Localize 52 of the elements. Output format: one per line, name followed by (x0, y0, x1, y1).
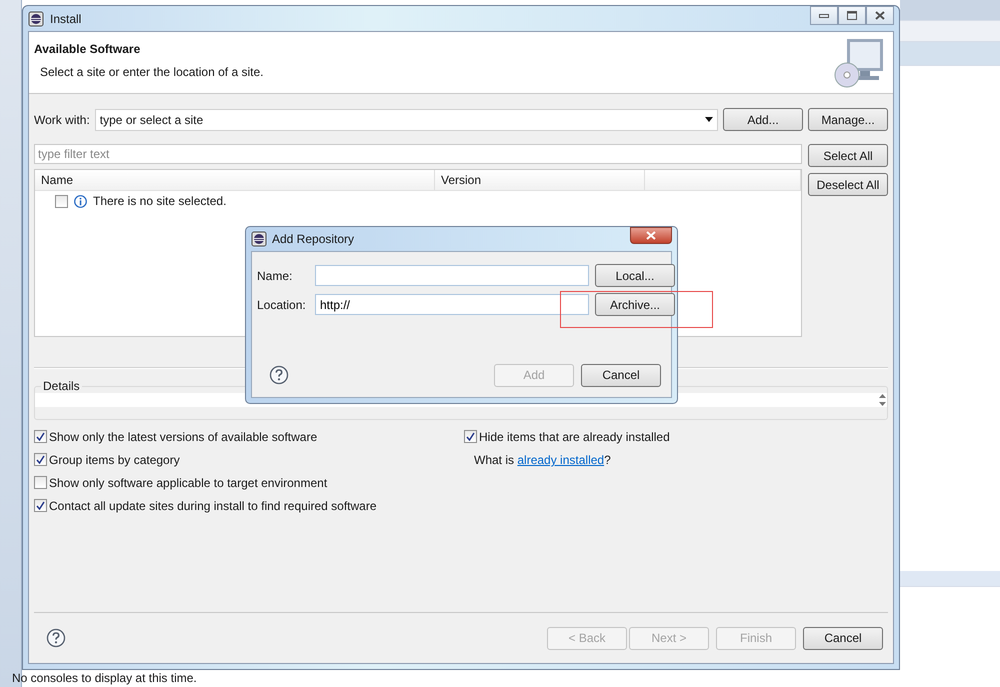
minimize-button[interactable] (810, 6, 838, 25)
app-icon (28, 10, 44, 26)
close-icon (646, 231, 656, 240)
work-with-label: Work with: (34, 112, 90, 126)
window-title: Install (50, 12, 82, 26)
side-button[interactable]: Add... (723, 108, 803, 131)
dropdown-icon (705, 117, 713, 122)
checkbox[interactable] (34, 476, 47, 489)
dialog-button[interactable]: Cancel (581, 364, 661, 386)
dialog-button[interactable]: Local... (595, 264, 675, 287)
group-label: Details (42, 379, 81, 393)
dialog-button[interactable]: Archive... (595, 293, 675, 316)
footer-button[interactable]: Cancel (803, 626, 883, 650)
option-label: Hide items that are already installed (479, 430, 670, 444)
input-field[interactable]: http:// (315, 294, 589, 315)
input-field[interactable] (315, 265, 589, 286)
help-icon[interactable] (46, 628, 66, 648)
side-button[interactable]: Manage... (808, 108, 888, 131)
option-label: Group items by category (49, 452, 180, 466)
help-icon[interactable] (269, 365, 289, 385)
site-combo[interactable]: type or select a site (94, 108, 718, 130)
installed-note: What is already installed? (473, 453, 612, 467)
app-icon (251, 231, 267, 247)
page-title: Available Software (34, 42, 142, 56)
close-icon (875, 11, 885, 20)
filter-field[interactable]: type filter text (34, 144, 802, 164)
close-button[interactable] (866, 6, 894, 25)
page-subtitle: Select a site or enter the location of a site. (39, 65, 264, 79)
side-button[interactable]: Deselect All (808, 173, 888, 196)
field-label: Name: (257, 268, 294, 282)
dialog-title: Add Repository (272, 232, 354, 246)
side-button[interactable]: Select All (808, 144, 888, 167)
column-header[interactable]: Name (35, 170, 435, 190)
console-status: No consoles to display at this time. (12, 671, 197, 685)
field-label: Location: (257, 298, 307, 312)
checkbox[interactable] (34, 499, 47, 512)
checkbox[interactable] (34, 430, 47, 443)
info-icon (74, 194, 87, 208)
scroll-arrows-icon[interactable] (878, 393, 887, 407)
column-header[interactable]: Version (435, 170, 645, 190)
table-cell: There is no site selected. (93, 194, 226, 208)
maximize-button[interactable] (838, 6, 866, 25)
restore-icon (847, 11, 857, 20)
checkbox[interactable] (34, 453, 47, 466)
installed-link[interactable]: already installed (517, 453, 604, 467)
option-label: Contact all update sites during install to find required software (49, 498, 377, 512)
close-button[interactable] (630, 227, 672, 244)
checkbox[interactable] (464, 430, 477, 443)
minimize-icon (819, 14, 829, 18)
option-label: Show only the latest versions of available software (49, 430, 318, 444)
checkbox[interactable] (55, 194, 68, 208)
option-label: Show only software applicable to target environment (49, 476, 328, 490)
